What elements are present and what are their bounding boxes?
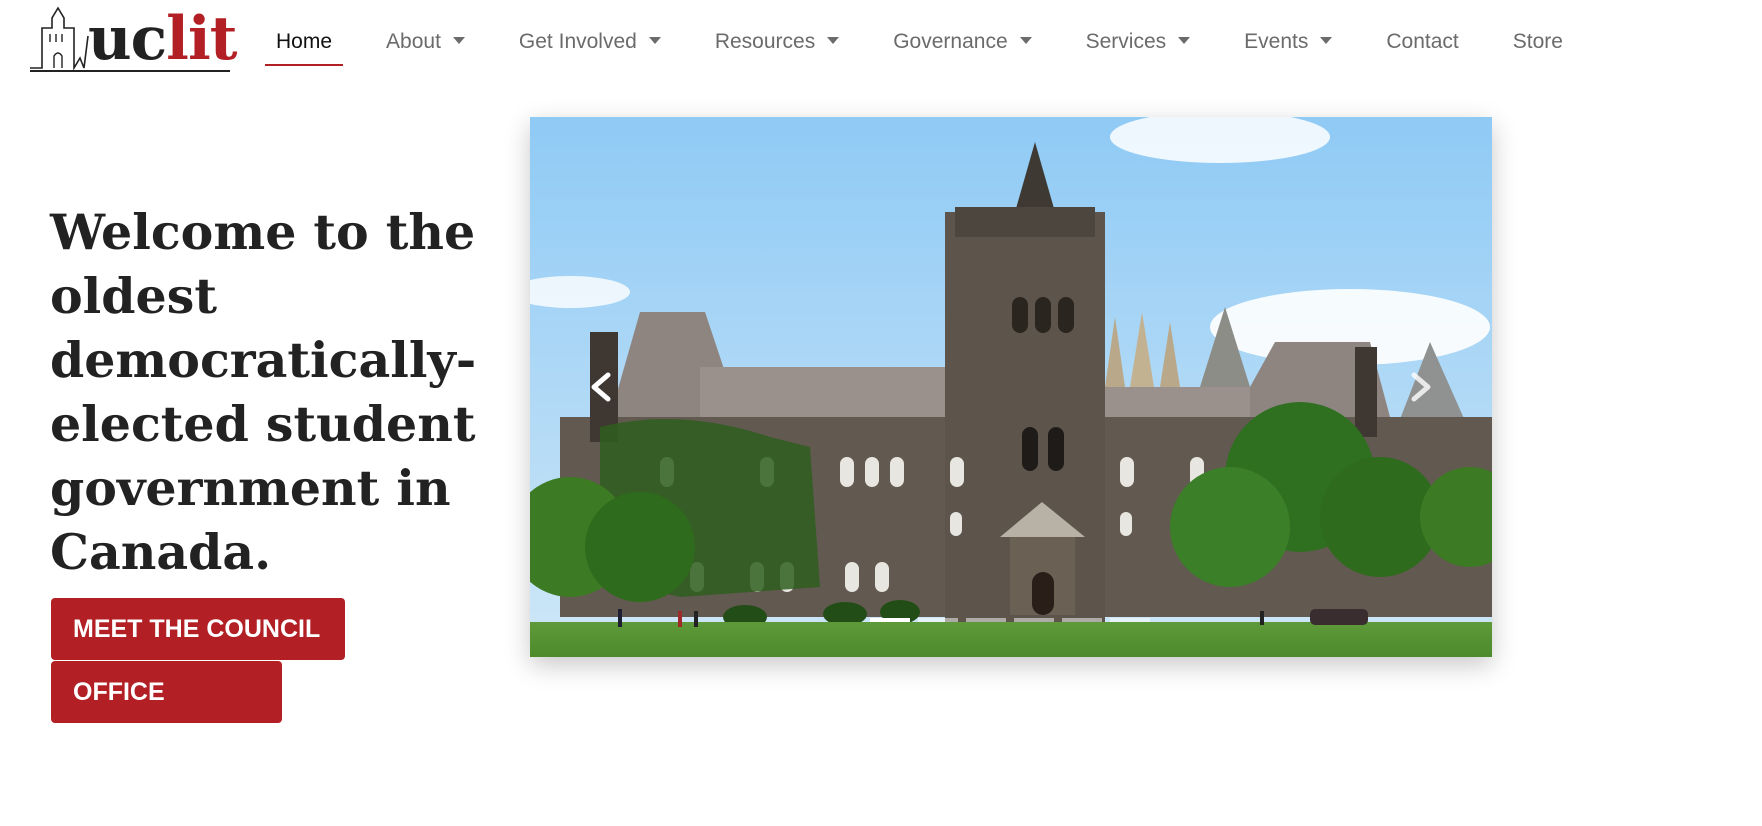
hero-carousel: [530, 117, 1492, 657]
logo-underline: [30, 70, 230, 72]
carousel-indicator[interactable]: [966, 618, 1006, 622]
meet-the-council-button[interactable]: MEET THE COUNCIL: [51, 598, 345, 660]
carousel-indicators: [870, 618, 1150, 622]
nav-label: Store: [1512, 30, 1563, 53]
nav-item-resources[interactable]: Resources: [704, 20, 850, 66]
carousel-indicator[interactable]: [918, 618, 958, 622]
caret-down-icon: [452, 37, 465, 44]
nav-label: Contact: [1386, 30, 1459, 53]
navbar: uclit Home About Get Involved Resources …: [0, 0, 1762, 90]
hero-title: Welcome to the oldest democratically-ele…: [50, 203, 477, 581]
nav-label: About: [386, 30, 441, 53]
nav-label: Services: [1085, 30, 1167, 53]
nav-item-home[interactable]: Home: [265, 20, 344, 66]
logo-wordmark: uclit: [88, 4, 237, 74]
caret-down-icon: [1019, 37, 1032, 44]
carousel-indicator[interactable]: [1110, 618, 1150, 622]
nav-item-services[interactable]: Services: [1075, 20, 1202, 66]
chevron-left-icon[interactable]: [582, 367, 622, 407]
nav-label: Governance: [893, 30, 1008, 53]
nav-item-store[interactable]: Store: [1502, 20, 1574, 66]
chevron-right-icon[interactable]: [1400, 367, 1440, 407]
caret-down-icon: [827, 37, 840, 44]
nav-item-governance[interactable]: Governance: [882, 20, 1042, 66]
caret-down-icon: [648, 37, 661, 44]
university-building-photo: [530, 117, 1492, 657]
logo-text-lit: lit: [166, 4, 237, 74]
main-nav: Home About Get Involved Resources Govern…: [265, 20, 1606, 66]
nav-item-get-involved[interactable]: Get Involved: [508, 20, 672, 66]
nav-item-about[interactable]: About: [375, 20, 476, 66]
carousel-indicator[interactable]: [1062, 618, 1102, 622]
nav-label: Get Involved: [518, 30, 637, 53]
uclit-logo[interactable]: uclit: [30, 4, 237, 76]
nav-item-events[interactable]: Events: [1233, 20, 1343, 66]
caret-down-icon: [1178, 37, 1191, 44]
carousel-indicator[interactable]: [870, 618, 910, 622]
nav-item-contact[interactable]: Contact: [1375, 20, 1469, 66]
nav-label: Home: [276, 30, 333, 53]
nav-label: Resources: [714, 30, 816, 53]
office-hours-button[interactable]: OFFICE HOURS: [51, 661, 282, 768]
logo-text-uc: uc: [88, 4, 167, 74]
caret-down-icon: [1320, 37, 1333, 44]
carousel-indicator[interactable]: [1014, 618, 1054, 622]
nav-label: Events: [1244, 30, 1309, 53]
